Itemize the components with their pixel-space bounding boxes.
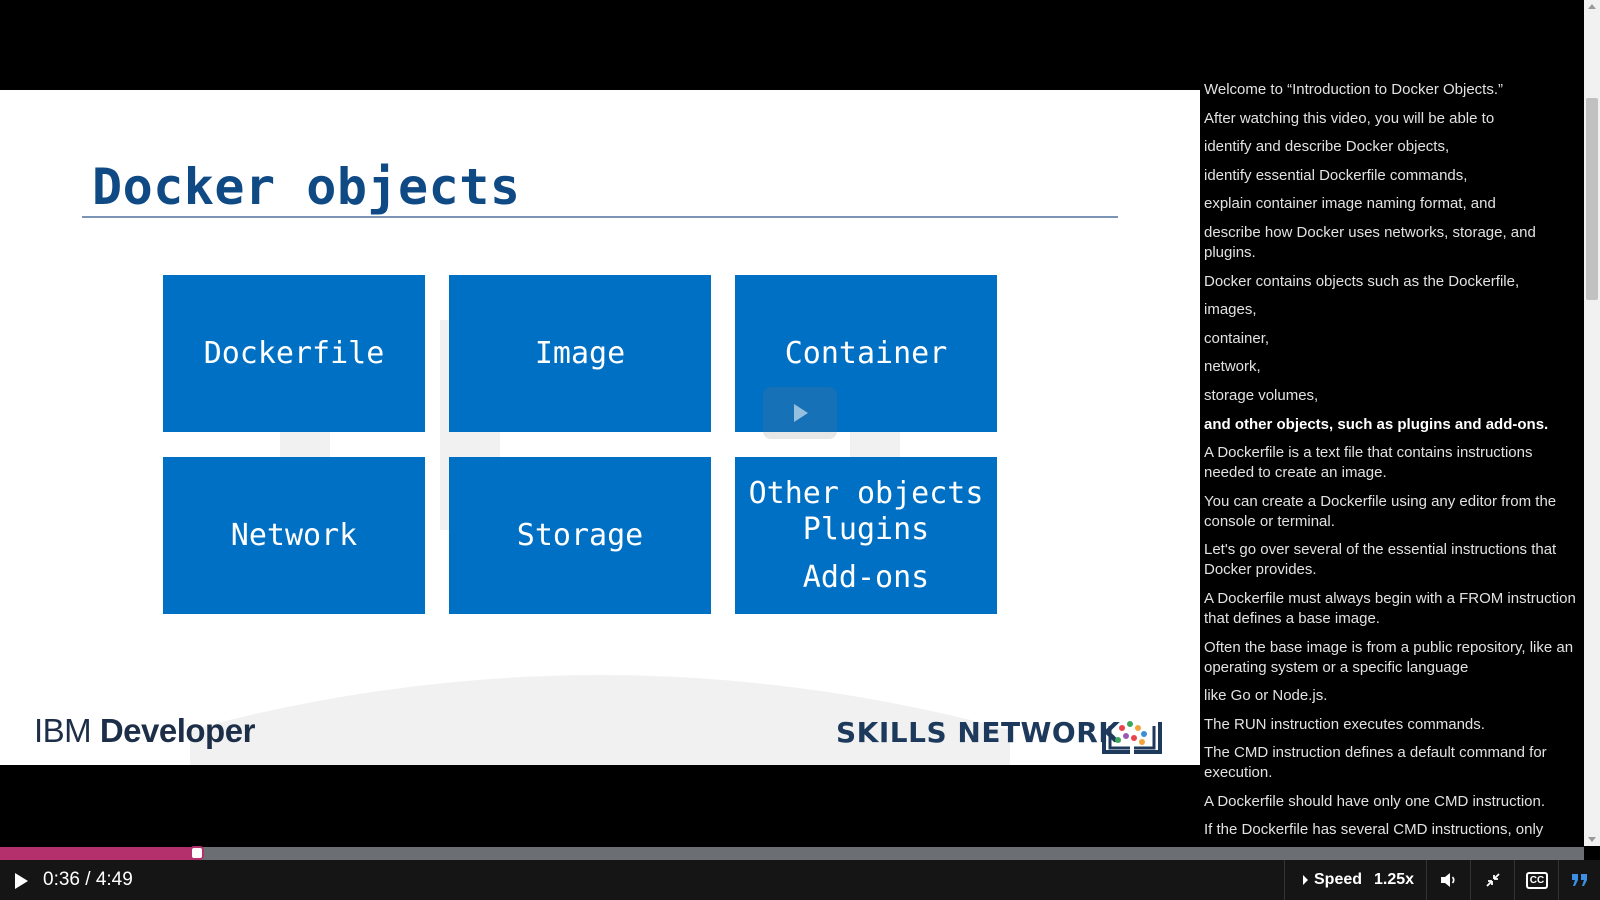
tile-label: Dockerfile: [203, 335, 385, 371]
video-stage[interactable]: Docker objects Dockerfile Image Containe…: [0, 0, 1200, 846]
transcript-line[interactable]: identify and describe Docker objects,: [1204, 137, 1584, 157]
transcript-line[interactable]: explain container image naming format, a…: [1204, 194, 1584, 214]
caret-right-icon: [1303, 875, 1308, 885]
transcript-line[interactable]: and other objects, such as plugins and a…: [1204, 415, 1584, 435]
transcript-scrollbar[interactable]: [1584, 0, 1600, 846]
transcript-line[interactable]: like Go or Node.js.: [1204, 686, 1584, 706]
transcript-line[interactable]: The RUN instruction executes commands.: [1204, 715, 1584, 735]
seek-bar-played: [0, 847, 198, 860]
skills-network-book-icon: [1102, 721, 1162, 754]
scroll-up-arrow-icon[interactable]: [1588, 4, 1596, 9]
transcript-line[interactable]: A Dockerfile must always begin with a FR…: [1204, 589, 1584, 629]
tile-other-objects: Other objects Plugins Add-ons: [735, 457, 997, 614]
transcript-line[interactable]: Often the base image is from a public re…: [1204, 638, 1584, 678]
seek-handle[interactable]: [190, 846, 205, 860]
transcript-toggle-button[interactable]: [1558, 860, 1600, 900]
video-player-page: Docker objects Dockerfile Image Containe…: [0, 0, 1600, 900]
ibm-developer-logo: IBM Developer: [34, 712, 255, 749]
tile-label: Image: [534, 335, 626, 371]
tile-image: Image: [449, 275, 711, 432]
tile-label: Plugins: [802, 511, 930, 547]
transcript-line[interactable]: images,: [1204, 300, 1584, 320]
tile-label: Storage: [516, 517, 644, 553]
transcript-line[interactable]: storage volumes,: [1204, 386, 1584, 406]
speed-value: 1.25x: [1374, 871, 1415, 888]
transcript-line[interactable]: describe how Docker uses networks, stora…: [1204, 223, 1584, 263]
transcript-line[interactable]: After watching this video, you will be a…: [1204, 109, 1584, 129]
transcript-line[interactable]: You can create a Dockerfile using any ed…: [1204, 492, 1584, 532]
transcript-line[interactable]: network,: [1204, 357, 1584, 377]
volume-icon: [1441, 873, 1455, 887]
tile-network: Network: [163, 457, 425, 614]
closed-captions-icon: CC: [1525, 871, 1549, 889]
current-time: 0:36: [43, 869, 80, 890]
duration: 4:49: [95, 869, 133, 890]
center-play-overlay[interactable]: [763, 387, 837, 439]
volume-button[interactable]: [1426, 860, 1471, 900]
tile-label: Add-ons: [802, 559, 930, 595]
transcript-panel[interactable]: Welcome to “Introduction to Docker Objec…: [1200, 0, 1584, 846]
slide-title-divider: [82, 216, 1118, 218]
play-icon: [15, 873, 28, 889]
tile-label: Other objects: [748, 475, 984, 511]
transcript-line[interactable]: Docker contains objects such as the Dock…: [1204, 272, 1584, 292]
speed-label: Speed: [1314, 871, 1363, 888]
transcript-line[interactable]: A Dockerfile is a text file that contain…: [1204, 443, 1584, 483]
play-button[interactable]: [10, 870, 32, 892]
scrollbar-thumb[interactable]: [1586, 98, 1598, 300]
tile-label: Container: [784, 335, 948, 371]
transcript-line[interactable]: If the Dockerfile has several CMD instru…: [1204, 820, 1584, 840]
transcript-line[interactable]: identify essential Dockerfile commands,: [1204, 166, 1584, 186]
transcript-line[interactable]: A Dockerfile should have only one CMD in…: [1204, 792, 1584, 812]
transcript-list: Welcome to “Introduction to Docker Objec…: [1200, 0, 1584, 840]
play-icon: [794, 404, 808, 422]
time-display: 0:36 / 4:49: [43, 869, 133, 890]
exit-fullscreen-icon: [1486, 873, 1500, 887]
tile-dockerfile: Dockerfile: [163, 275, 425, 432]
transcript-line[interactable]: Let's go over several of the essential i…: [1204, 540, 1584, 580]
scroll-down-arrow-icon[interactable]: [1588, 837, 1596, 842]
slide-title: Docker objects: [92, 158, 521, 216]
speed-button[interactable]: Speed 1.25x: [1284, 860, 1423, 900]
transcript-quote-icon: [1572, 874, 1587, 886]
transcript-line[interactable]: container,: [1204, 329, 1584, 349]
closed-captions-button[interactable]: CC: [1514, 860, 1559, 900]
transcript-line[interactable]: The CMD instruction defines a default co…: [1204, 743, 1584, 783]
tile-storage: Storage: [449, 457, 711, 614]
seek-bar[interactable]: [0, 846, 1584, 860]
control-bar: 0:36 / 4:49 Speed 1.25x CC: [0, 860, 1600, 900]
skills-network-logo-text: SKILLS NETWORK: [836, 716, 1121, 749]
exit-fullscreen-button[interactable]: [1470, 860, 1515, 900]
transcript-line[interactable]: Welcome to “Introduction to Docker Objec…: [1204, 80, 1584, 100]
tile-label: Network: [230, 517, 358, 553]
